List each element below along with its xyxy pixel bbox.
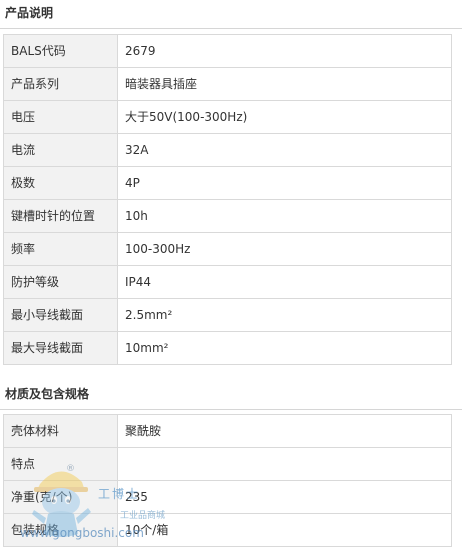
row-label: 电压 — [3, 100, 118, 134]
table-row: 最小导线截面 2.5mm² — [3, 298, 452, 332]
row-value: 10个/箱 — [117, 513, 452, 547]
row-value: 100-300Hz — [117, 232, 452, 266]
row-value: 235 — [117, 480, 452, 514]
watermark-subtitle: 工业品商城 — [120, 511, 166, 521]
table-row: 极数 4P — [3, 166, 452, 200]
row-value: IP44 — [117, 265, 452, 299]
row-label: 最大导线截面 — [3, 331, 118, 365]
watermark-url: www.gongboshi.com — [20, 526, 144, 540]
row-label: 频率 — [3, 232, 118, 266]
table-row: 电流 32A — [3, 133, 452, 167]
section-title: 产品说明 — [5, 6, 54, 20]
row-label: 壳体材料 — [3, 414, 118, 448]
table-row: 键槽时针的位置 10h — [3, 199, 452, 233]
row-label: 特点 — [3, 447, 118, 481]
section-header-product-info: 产品说明 — [0, 0, 462, 29]
row-value: 暗装器具插座 — [117, 67, 452, 101]
row-value: 2.5mm² — [117, 298, 452, 332]
table-row: 壳体材料 聚酰胺 — [3, 414, 452, 448]
row-value: 聚酰胺 — [117, 414, 452, 448]
row-value: 2679 — [117, 34, 452, 68]
watermark-registered-mark: ® — [66, 464, 75, 474]
row-value: 大于50V(100-300Hz) — [117, 100, 452, 134]
table-row: 防护等级 IP44 — [3, 265, 452, 299]
table-row: 最大导线截面 10mm² — [3, 331, 452, 365]
row-value: 10h — [117, 199, 452, 233]
row-label: 电流 — [3, 133, 118, 167]
section-title: 材质及包含规格 — [5, 387, 90, 401]
row-label: 极数 — [3, 166, 118, 200]
table-row: 产品系列 暗装器具插座 — [3, 67, 452, 101]
row-label: 防护等级 — [3, 265, 118, 299]
row-value: 10mm² — [117, 331, 452, 365]
row-value — [117, 447, 452, 481]
row-value: 32A — [117, 133, 452, 167]
table-row: 频率 100-300Hz — [3, 232, 452, 266]
product-info-table: BALS代码 2679 产品系列 暗装器具插座 电压 大于50V(100-300… — [3, 34, 452, 365]
row-label: BALS代码 — [3, 34, 118, 68]
row-value: 4P — [117, 166, 452, 200]
table-row: BALS代码 2679 — [3, 34, 452, 68]
section-header-material-spec: 材质及包含规格 — [0, 381, 462, 410]
table-row: 电压 大于50V(100-300Hz) — [3, 100, 452, 134]
watermark-brand-text: 工博士 — [98, 487, 141, 501]
row-label: 产品系列 — [3, 67, 118, 101]
row-label: 键槽时针的位置 — [3, 199, 118, 233]
row-label: 最小导线截面 — [3, 298, 118, 332]
table-row: 净重(克/个) 235 — [3, 480, 452, 514]
